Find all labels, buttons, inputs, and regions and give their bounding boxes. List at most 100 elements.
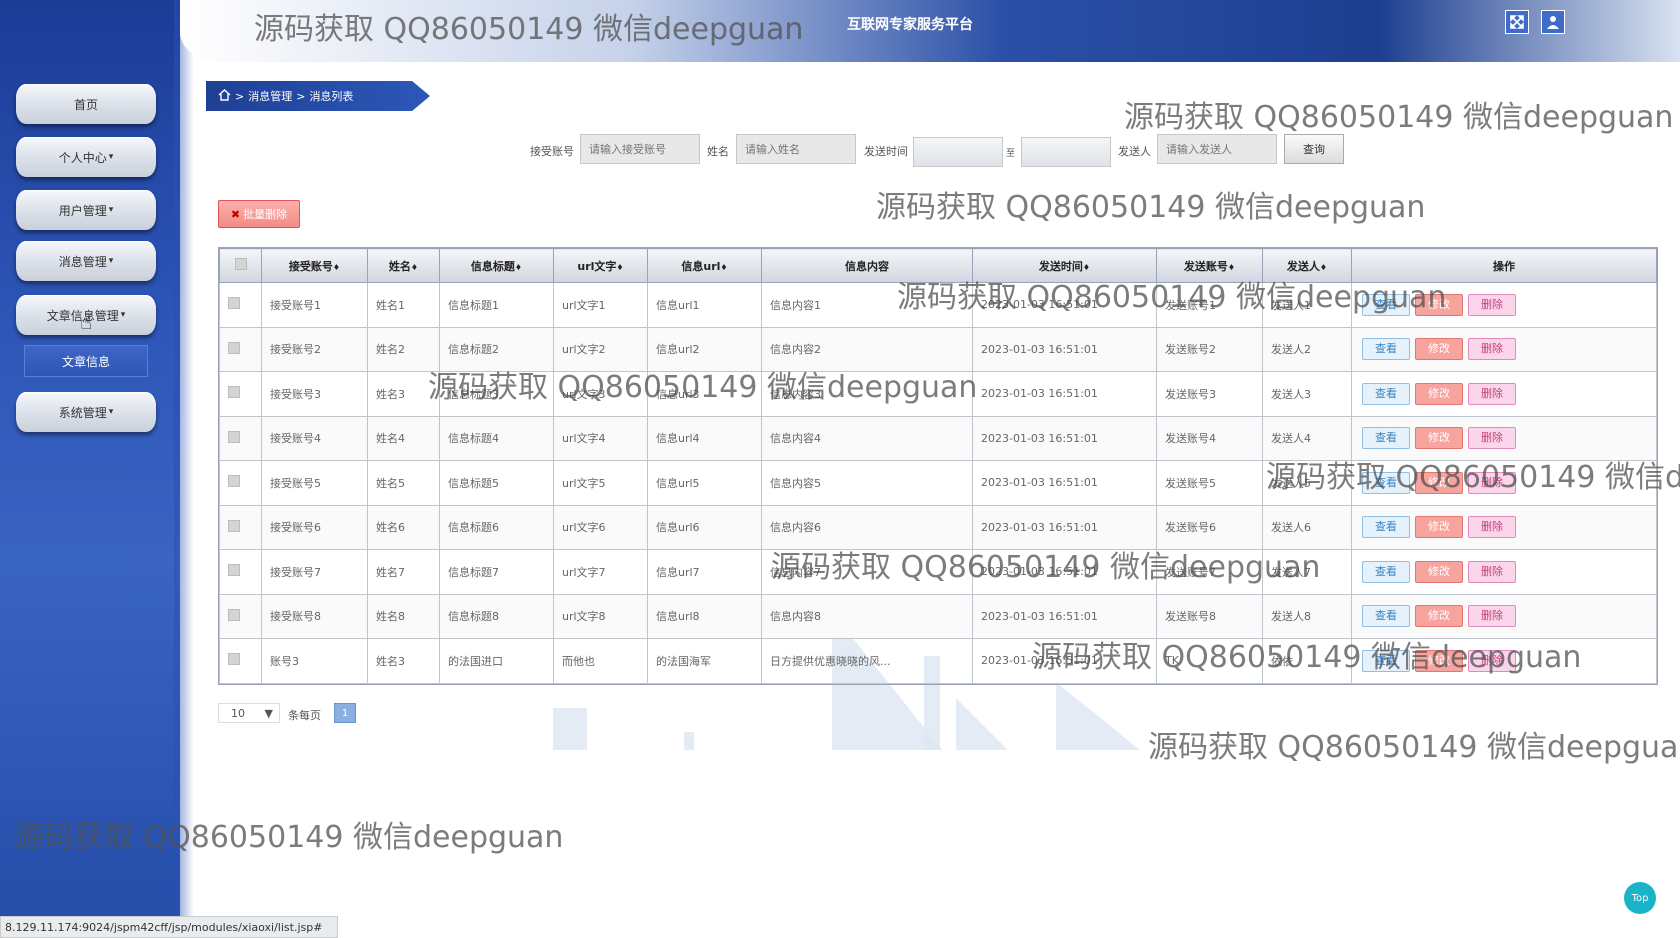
table-row: 账号3 姓名3 的法国进口 而他也 的法国海军 日方提供优惠晓晓的风... 2023-01-… bbox=[219, 638, 1657, 684]
query-button[interactable]: 查询 bbox=[1284, 134, 1344, 164]
sort-icon: ♦ bbox=[1319, 262, 1328, 272]
bg-decoration bbox=[553, 708, 587, 750]
table-cell: 接受账号5 bbox=[261, 460, 368, 506]
row-checkbox-cell[interactable] bbox=[219, 460, 262, 506]
row-checkbox-cell[interactable] bbox=[219, 326, 262, 372]
sender-label: 发送人 bbox=[1118, 145, 1151, 158]
view-button[interactable]: 查看 bbox=[1362, 605, 1410, 628]
sender-search-input[interactable] bbox=[1157, 134, 1277, 164]
delete-button[interactable]: 删除 bbox=[1468, 560, 1516, 583]
breadcrumb-level1[interactable]: 消息管理 bbox=[248, 88, 292, 104]
column-header[interactable]: url文字♦ bbox=[553, 248, 648, 283]
row-checkbox[interactable] bbox=[228, 475, 240, 488]
table-cell: 接受账号2 bbox=[261, 326, 368, 372]
table-cell: 接受账号6 bbox=[261, 504, 368, 550]
column-header: 信息内容 bbox=[761, 248, 973, 283]
edit-button[interactable]: 修改 bbox=[1415, 471, 1463, 494]
sidebar-item-system-management[interactable]: 系统管理 ▾ bbox=[16, 392, 156, 432]
edit-button[interactable]: 修改 bbox=[1415, 516, 1463, 539]
send-time-label: 发送时间 bbox=[864, 145, 908, 158]
row-checkbox-cell[interactable] bbox=[219, 282, 262, 328]
edit-button[interactable]: 修改 bbox=[1415, 649, 1463, 672]
view-button[interactable]: 查看 bbox=[1362, 649, 1410, 672]
home-icon[interactable] bbox=[218, 88, 231, 104]
sidebar-item-personal-center[interactable]: 个人中心 ▾ bbox=[16, 137, 156, 177]
table-cell: 接受账号7 bbox=[261, 549, 368, 595]
end-date-input[interactable] bbox=[1021, 137, 1111, 167]
fullscreen-icon[interactable] bbox=[1505, 10, 1529, 34]
row-checkbox[interactable] bbox=[228, 564, 240, 577]
sidebar-item-user-management[interactable]: 用户管理 ▾ bbox=[16, 190, 156, 230]
view-button[interactable]: 查看 bbox=[1362, 471, 1410, 494]
view-button[interactable]: 查看 bbox=[1362, 427, 1410, 450]
table-cell: 发送人5 bbox=[1262, 460, 1352, 506]
edit-button[interactable]: 修改 bbox=[1415, 427, 1463, 450]
table-cell: 发送账号7 bbox=[1156, 549, 1263, 595]
view-button[interactable]: 查看 bbox=[1362, 560, 1410, 583]
row-checkbox[interactable] bbox=[228, 297, 240, 310]
start-date-input[interactable] bbox=[913, 137, 1003, 167]
table-cell: url文字2 bbox=[553, 326, 648, 372]
column-header[interactable]: 信息url♦ bbox=[647, 248, 762, 283]
row-checkbox[interactable] bbox=[228, 519, 240, 532]
delete-button[interactable]: 删除 bbox=[1468, 471, 1516, 494]
view-button[interactable]: 查看 bbox=[1362, 516, 1410, 539]
delete-button[interactable]: 删除 bbox=[1468, 382, 1516, 405]
column-header[interactable]: 发送账号♦ bbox=[1156, 248, 1263, 283]
user-icon[interactable] bbox=[1541, 10, 1565, 34]
table-cell: 信息内容8 bbox=[761, 593, 973, 639]
row-checkbox[interactable] bbox=[228, 386, 240, 399]
column-header[interactable]: 发送时间♦ bbox=[972, 248, 1157, 283]
row-checkbox-cell[interactable] bbox=[219, 593, 262, 639]
view-button[interactable]: 查看 bbox=[1362, 382, 1410, 405]
table-cell: 信息内容1 bbox=[761, 282, 973, 328]
table-row: 接受账号7 姓名7 信息标题7 url文字7 信息url7 信息内容7 2023-01-03… bbox=[219, 549, 1657, 595]
delete-button[interactable]: 删除 bbox=[1468, 293, 1516, 316]
page-number-button[interactable]: 1 bbox=[334, 703, 356, 723]
select-all-checkbox[interactable] bbox=[234, 258, 247, 270]
row-checkbox-cell[interactable] bbox=[219, 371, 262, 417]
edit-button[interactable]: 修改 bbox=[1415, 605, 1463, 628]
sidebar-subitem-article-info[interactable]: 文章信息 bbox=[24, 345, 148, 377]
row-checkbox[interactable] bbox=[228, 608, 240, 621]
breadcrumb: > 消息管理 > 消息列表 bbox=[206, 81, 430, 111]
delete-button[interactable]: 删除 bbox=[1468, 516, 1516, 539]
column-header[interactable]: 姓名♦ bbox=[367, 248, 440, 283]
table-cell: 依依 bbox=[1262, 638, 1352, 684]
column-header[interactable]: 接受账号♦ bbox=[261, 248, 368, 283]
edit-button[interactable]: 修改 bbox=[1415, 560, 1463, 583]
account-search-input[interactable] bbox=[580, 134, 700, 164]
delete-button[interactable]: 删除 bbox=[1468, 649, 1516, 672]
table-cell: 姓名7 bbox=[367, 549, 440, 595]
page-size-select[interactable]: 10 ▼ bbox=[218, 703, 280, 723]
sidebar-item-message-management[interactable]: 消息管理 ▾ bbox=[16, 241, 156, 281]
edit-button[interactable]: 修改 bbox=[1415, 338, 1463, 361]
table-cell: 2023-01-03 16:51:01 bbox=[972, 460, 1157, 506]
delete-button[interactable]: 删除 bbox=[1468, 605, 1516, 628]
row-checkbox[interactable] bbox=[228, 653, 240, 666]
table-cell: 发送人4 bbox=[1262, 415, 1352, 461]
row-checkbox-cell[interactable] bbox=[219, 638, 262, 684]
batch-delete-button[interactable]: ✖ 批量删除 bbox=[218, 200, 300, 228]
view-button[interactable]: 查看 bbox=[1362, 338, 1410, 361]
back-to-top-button[interactable]: Top bbox=[1624, 882, 1656, 914]
row-checkbox[interactable] bbox=[228, 341, 240, 354]
delete-button[interactable]: 删除 bbox=[1468, 338, 1516, 361]
table-cell: 发送账号8 bbox=[1156, 593, 1263, 639]
column-header[interactable]: 发送人♦ bbox=[1262, 248, 1352, 283]
select-all-checkbox-cell[interactable] bbox=[219, 248, 262, 283]
column-header[interactable]: 信息标题♦ bbox=[439, 248, 554, 283]
sidebar-item-home[interactable]: 首页 bbox=[16, 84, 156, 124]
row-checkbox-cell[interactable] bbox=[219, 549, 262, 595]
chevron-down-icon: ▼ bbox=[264, 706, 273, 720]
name-search-input[interactable] bbox=[736, 134, 856, 164]
edit-button[interactable]: 修改 bbox=[1415, 382, 1463, 405]
view-button[interactable]: 查看 bbox=[1362, 293, 1410, 316]
edit-button[interactable]: 修改 bbox=[1415, 293, 1463, 316]
row-checkbox-cell[interactable] bbox=[219, 504, 262, 550]
row-actions: 查看 修改 删除 bbox=[1351, 415, 1657, 461]
table-cell: 姓名5 bbox=[367, 460, 440, 506]
row-checkbox[interactable] bbox=[228, 430, 240, 443]
row-checkbox-cell[interactable] bbox=[219, 415, 262, 461]
delete-button[interactable]: 删除 bbox=[1468, 427, 1516, 450]
